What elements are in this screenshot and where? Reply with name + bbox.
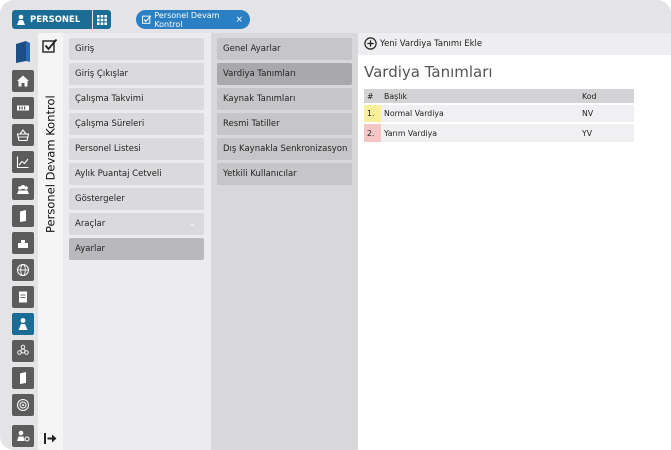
- add-shift-button[interactable]: Yeni Vardiya Tanımı Ekle: [364, 37, 482, 50]
- module-rail: [0, 33, 38, 450]
- menu-item-label: Aylık Puantaj Cetveli: [75, 169, 162, 179]
- menu-item-aylik-puantaj[interactable]: Aylık Puantaj Cetveli: [69, 163, 204, 185]
- content-toolbar: Yeni Vardiya Tanımı Ekle: [358, 33, 671, 55]
- rail-book[interactable]: [12, 205, 34, 227]
- row-title: Yarım Vardiya: [384, 128, 437, 138]
- submenu-item-resmi-tatiller[interactable]: Resmi Tatiller: [217, 113, 352, 135]
- table-row[interactable]: 1. Normal Vardiya NV: [364, 104, 634, 123]
- book2-icon: [20, 372, 26, 384]
- menu-item-label: Araçlar: [75, 219, 106, 229]
- settings-submenu: Genel Ayarlar Vardiya Tanımları Kaynak T…: [211, 33, 358, 450]
- rail-target[interactable]: [12, 394, 34, 416]
- rail-card[interactable]: [12, 97, 34, 119]
- notebook-icon: [19, 291, 27, 303]
- submenu-item-label: Dış Kaynakla Senkronizasyon: [223, 144, 348, 154]
- home-icon: [17, 75, 29, 87]
- submenu-item-vardiya-tanimlari[interactable]: Vardiya Tanımları: [217, 63, 352, 85]
- row-title: Normal Vardiya: [384, 109, 444, 118]
- submenu-item-dis-kaynak-senkron[interactable]: Dış Kaynakla Senkronizasyon: [217, 138, 352, 160]
- menu-item-giris[interactable]: Giriş: [69, 38, 204, 60]
- user-settings-icon: [17, 430, 30, 442]
- target-icon: [17, 399, 29, 411]
- rail-chart[interactable]: [12, 151, 34, 173]
- menu-item-calisma-sureleri[interactable]: Çalışma Süreleri: [69, 113, 204, 135]
- add-shift-label: Yeni Vardiya Tanımı Ekle: [380, 38, 483, 49]
- apps-grid-button[interactable]: [93, 10, 111, 29]
- rail-flower[interactable]: [12, 340, 34, 362]
- brand-label: PERSONEL: [30, 14, 81, 25]
- chevron-down-icon: ⌄: [188, 219, 196, 229]
- menu-item-giris-cikislar[interactable]: Giriş Çıkışlar: [69, 63, 204, 85]
- menu-item-label: Giriş: [75, 44, 95, 54]
- menu-item-ayarlar[interactable]: Ayarlar: [69, 238, 204, 260]
- rail-building[interactable]: [12, 232, 34, 254]
- menu-item-label: Personel Listesi: [75, 144, 141, 154]
- menu-item-calisma-takvimi[interactable]: Çalışma Takvimi: [69, 88, 204, 110]
- rail-basket[interactable]: [12, 124, 34, 146]
- module-title: Personel Devam Kontrol: [43, 95, 58, 233]
- submenu-item-label: Resmi Tatiller: [223, 119, 280, 129]
- logout-icon[interactable]: [43, 431, 58, 446]
- menu-item-label: Çalışma Süreleri: [75, 119, 145, 129]
- table-header-row: # Başlık Kod: [364, 89, 634, 104]
- brand-button[interactable]: PERSONEL: [12, 10, 92, 29]
- top-bar: PERSONEL Personel Devam Kontrol ×: [0, 0, 671, 33]
- module-title-column: Personel Devam Kontrol: [38, 33, 63, 450]
- flower-icon: [17, 344, 29, 355]
- checkbox-icon: [42, 38, 58, 53]
- content-panel: Yeni Vardiya Tanımı Ekle Vardiya Tanımla…: [358, 33, 671, 450]
- column-header-code[interactable]: Kod: [579, 89, 634, 104]
- people-icon: [17, 185, 29, 194]
- submenu-item-label: Genel Ayarlar: [223, 44, 281, 54]
- tab-personel-devam-kontrol[interactable]: Personel Devam Kontrol ×: [136, 10, 250, 29]
- menu-item-araclar[interactable]: Araçlar ⌄: [69, 213, 204, 235]
- main-menu: Giriş Giriş Çıkışlar Çalışma Takvimi Çal…: [63, 33, 211, 450]
- person-icon: [17, 14, 25, 25]
- column-header-title[interactable]: Başlık: [381, 89, 579, 104]
- basket-icon: [16, 129, 30, 142]
- menu-item-gostergeler[interactable]: Göstergeler: [69, 188, 204, 210]
- rail-notebook[interactable]: [12, 286, 34, 308]
- tab-label: Personel Devam Kontrol: [154, 10, 220, 29]
- rail-globe[interactable]: [12, 259, 34, 281]
- column-header-number: #: [367, 91, 374, 101]
- building-icon: [18, 240, 28, 248]
- row-number: 2.: [364, 123, 381, 142]
- menu-item-label: Çalışma Takvimi: [75, 94, 144, 104]
- submenu-item-genel-ayarlar[interactable]: Genel Ayarlar: [217, 38, 352, 60]
- rail-user-settings[interactable]: [12, 425, 34, 447]
- submenu-item-label: Vardiya Tanımları: [223, 69, 296, 79]
- table-row[interactable]: 2. Yarım Vardiya YV: [364, 123, 634, 142]
- row-code: NV: [582, 109, 594, 118]
- menu-item-label: Göstergeler: [75, 194, 125, 204]
- globe-icon: [17, 264, 29, 276]
- app-frame: PERSONEL Personel Devam Kontrol × Person…: [0, 0, 671, 450]
- checkbox-icon: [142, 15, 152, 24]
- submenu-item-label: Yetkili Kullanıcılar: [223, 169, 297, 179]
- submenu-item-label: Kaynak Tanımları: [223, 94, 296, 104]
- close-icon[interactable]: ×: [235, 15, 243, 25]
- rail-personel[interactable]: [12, 313, 34, 335]
- menu-item-personel-listesi[interactable]: Personel Listesi: [69, 138, 204, 160]
- chart-icon: [16, 156, 29, 169]
- person-icon: [18, 318, 28, 330]
- rail-people[interactable]: [12, 178, 34, 200]
- grid-icon: [97, 14, 107, 25]
- plus-circle-icon: [364, 37, 377, 50]
- rail-book2[interactable]: [12, 367, 34, 389]
- book-icon: [20, 210, 26, 222]
- card-icon: [17, 105, 29, 111]
- submenu-item-kaynak-tanimlari[interactable]: Kaynak Tanımları: [217, 88, 352, 110]
- rail-home[interactable]: [12, 70, 34, 92]
- menu-item-label: Ayarlar: [75, 244, 106, 254]
- page-title: Vardiya Tanımları: [364, 63, 493, 81]
- row-number: 1.: [364, 104, 381, 123]
- row-code: YV: [582, 128, 593, 138]
- logo-icon: [16, 41, 30, 63]
- menu-item-label: Giriş Çıkışlar: [75, 69, 129, 79]
- shift-table: # Başlık Kod 1. Normal Vardiya NV 2. Yar…: [364, 89, 634, 142]
- submenu-item-yetkili-kullanicilar[interactable]: Yetkili Kullanıcılar: [217, 163, 352, 185]
